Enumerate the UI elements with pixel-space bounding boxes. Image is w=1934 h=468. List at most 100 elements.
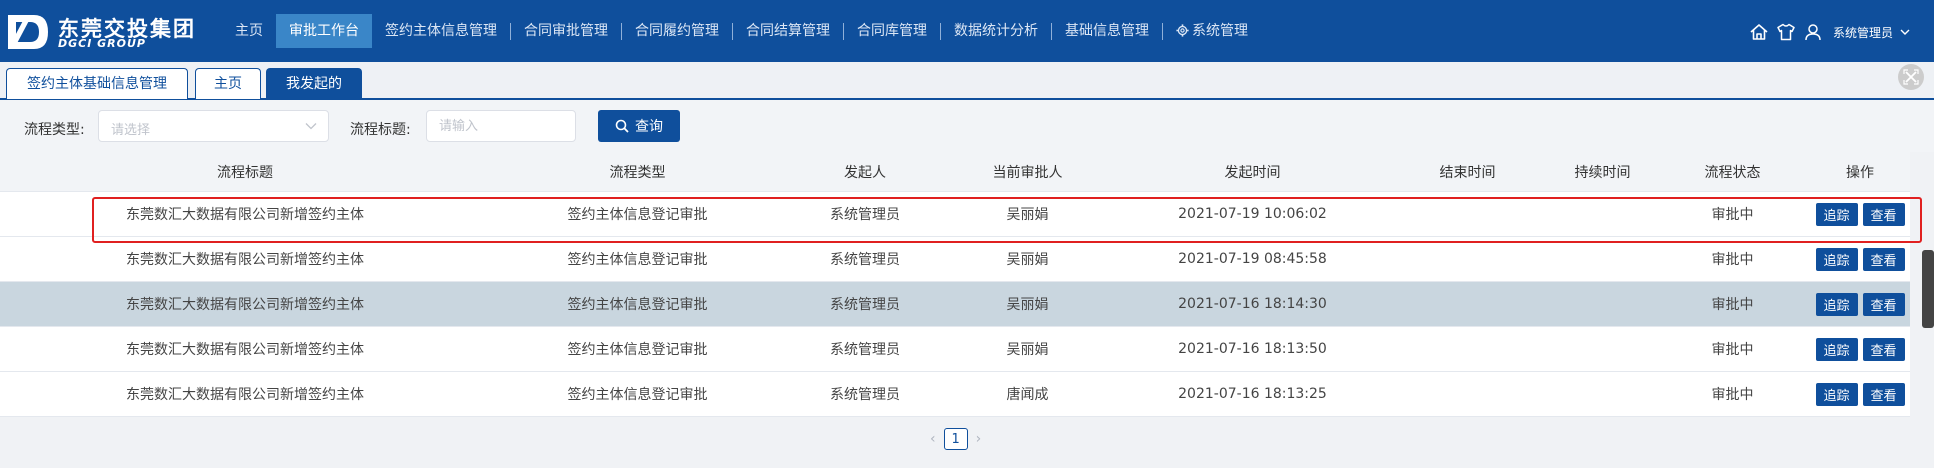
nav-item-system[interactable]: 系统管理 xyxy=(1163,14,1261,48)
row-type: 签约主体信息登记审批 xyxy=(567,207,708,223)
shirt-icon[interactable] xyxy=(1776,22,1796,42)
row-actions: 追踪 查看 xyxy=(1800,237,1920,281)
row-duration xyxy=(1540,282,1665,326)
next-page-button[interactable]: › xyxy=(976,431,982,447)
row-status: 审批中 xyxy=(1711,297,1754,313)
row-duration xyxy=(1540,327,1665,371)
track-button[interactable]: 追踪 xyxy=(1815,247,1858,271)
row-approver: 吴丽娟 xyxy=(1006,252,1049,268)
table-row[interactable]: 东莞数汇大数据有限公司新增签约主体 签约主体信息登记审批 系统管理员 吴丽娟 2… xyxy=(0,282,1910,327)
track-button[interactable]: 追踪 xyxy=(1815,292,1858,316)
view-button[interactable]: 查看 xyxy=(1862,382,1905,406)
query-button[interactable]: 查询 xyxy=(598,110,680,142)
row-type: 签约主体信息登记审批 xyxy=(567,297,708,313)
row-initiator: 系统管理员 xyxy=(830,297,900,313)
nav-user-area: 系统管理员 xyxy=(1749,20,1910,44)
track-button[interactable]: 追踪 xyxy=(1815,337,1858,361)
process-type-select[interactable]: 请选择 xyxy=(98,110,329,142)
process-type-placeholder: 请选择 xyxy=(111,123,151,138)
process-table: 流程标题 流程类型 发起人 当前审批人 发起时间 结束时间 持续时间 流程状态 … xyxy=(0,152,1910,417)
tab-home[interactable]: 主页 xyxy=(195,68,261,99)
row-type: 签约主体信息登记审批 xyxy=(567,342,708,358)
row-status: 审批中 xyxy=(1711,387,1754,403)
row-end-time xyxy=(1395,327,1540,371)
page-number-current[interactable]: 1 xyxy=(943,428,968,450)
row-actions: 追踪 查看 xyxy=(1800,372,1920,416)
nav-item-home[interactable]: 主页 xyxy=(222,14,276,48)
row-type: 签约主体信息登记审批 xyxy=(567,252,708,268)
row-initiator: 系统管理员 xyxy=(830,207,900,223)
column-header-initiator: 发起人 xyxy=(844,164,886,181)
view-button[interactable]: 查看 xyxy=(1862,337,1905,361)
nav-item-contract-approval[interactable]: 合同审批管理 xyxy=(511,14,621,48)
row-initiator: 系统管理员 xyxy=(830,252,900,268)
column-header-status: 流程状态 xyxy=(1704,164,1761,181)
row-actions: 追踪 查看 xyxy=(1800,327,1920,371)
row-end-time xyxy=(1395,372,1540,416)
prev-page-button[interactable]: ‹ xyxy=(930,431,936,447)
row-title: 东莞数汇大数据有限公司新增签约主体 xyxy=(126,387,364,403)
nav-item-contract-settlement[interactable]: 合同结算管理 xyxy=(733,14,843,48)
nav-item-statistics[interactable]: 数据统计分析 xyxy=(941,14,1051,48)
column-header-duration: 持续时间 xyxy=(1574,164,1631,181)
company-logo[interactable]: 东莞交投集团 DGCI GROUP xyxy=(6,13,196,51)
row-duration xyxy=(1540,372,1665,416)
column-header-title: 流程标题 xyxy=(217,164,273,181)
table-row[interactable]: 东莞数汇大数据有限公司新增签约主体 签约主体信息登记审批 系统管理员 唐闻成 2… xyxy=(0,372,1910,417)
row-start-time: 2021-07-19 10:06:02 xyxy=(1178,206,1327,222)
row-end-time xyxy=(1395,282,1540,326)
column-header-actions: 操作 xyxy=(1846,164,1874,181)
logo-name-en: DGCI GROUP xyxy=(58,37,146,50)
chevron-down-icon xyxy=(305,123,317,130)
nav-item-contract-library[interactable]: 合同库管理 xyxy=(844,14,940,48)
row-status: 审批中 xyxy=(1711,342,1754,358)
logo-mark-icon xyxy=(8,15,48,49)
row-title: 东莞数汇大数据有限公司新增签约主体 xyxy=(126,297,364,313)
row-title: 东莞数汇大数据有限公司新增签约主体 xyxy=(126,342,364,358)
row-approver: 吴丽娟 xyxy=(1006,342,1049,358)
row-start-time: 2021-07-16 18:14:30 xyxy=(1178,296,1327,312)
column-header-approver: 当前审批人 xyxy=(992,164,1063,181)
row-actions: 追踪 查看 xyxy=(1800,282,1920,326)
nav-item-approval-workbench[interactable]: 审批工作台 xyxy=(276,14,372,48)
view-button[interactable]: 查看 xyxy=(1862,292,1905,316)
tab-my-initiated[interactable]: 我发起的 xyxy=(266,68,362,99)
row-duration xyxy=(1540,192,1665,236)
close-icon xyxy=(1903,69,1919,85)
row-actions: 追踪 查看 xyxy=(1800,192,1920,236)
row-title: 东莞数汇大数据有限公司新增签约主体 xyxy=(126,252,364,268)
process-title-input[interactable] xyxy=(426,110,576,142)
row-approver: 吴丽娟 xyxy=(1006,207,1049,223)
search-icon xyxy=(615,119,629,133)
top-navbar: 东莞交投集团 DGCI GROUP 主页 审批工作台 签约主体信息管理 合同审批… xyxy=(0,0,1934,62)
table-row[interactable]: 东莞数汇大数据有限公司新增签约主体 签约主体信息登记审批 系统管理员 吴丽娟 2… xyxy=(0,327,1910,372)
nav-item-contract-performance[interactable]: 合同履约管理 xyxy=(622,14,732,48)
home-icon[interactable] xyxy=(1749,22,1769,42)
row-approver: 唐闻成 xyxy=(1006,387,1049,403)
track-button[interactable]: 追踪 xyxy=(1815,382,1858,406)
user-icon[interactable] xyxy=(1803,22,1823,42)
nav-item-basic-info[interactable]: 基础信息管理 xyxy=(1052,14,1162,48)
pagination: ‹ 1 › xyxy=(930,428,981,450)
table-header: 流程标题 流程类型 发起人 当前审批人 发起时间 结束时间 持续时间 流程状态 … xyxy=(0,152,1910,192)
table-row[interactable]: 东莞数汇大数据有限公司新增签约主体 签约主体信息登记审批 系统管理员 吴丽娟 2… xyxy=(0,192,1910,237)
view-button[interactable]: 查看 xyxy=(1862,202,1905,226)
table-row[interactable]: 东莞数汇大数据有限公司新增签约主体 签约主体信息登记审批 系统管理员 吴丽娟 2… xyxy=(0,237,1910,282)
track-button[interactable]: 追踪 xyxy=(1815,202,1858,226)
row-start-time: 2021-07-19 08:45:58 xyxy=(1178,251,1327,267)
row-end-time xyxy=(1395,237,1540,281)
row-start-time: 2021-07-16 18:13:50 xyxy=(1178,341,1327,357)
chevron-down-icon[interactable] xyxy=(1900,27,1910,37)
row-title: 东莞数汇大数据有限公司新增签约主体 xyxy=(126,207,364,223)
nav-item-signing-entity[interactable]: 签约主体信息管理 xyxy=(372,14,510,48)
page-tab-bar: 签约主体基础信息管理 主页 我发起的 xyxy=(0,62,1934,100)
row-start-time: 2021-07-16 18:13:25 xyxy=(1178,386,1327,402)
row-end-time xyxy=(1395,192,1540,236)
close-tabs-button[interactable] xyxy=(1898,64,1924,90)
current-user-name[interactable]: 系统管理员 xyxy=(1833,24,1893,41)
vertical-scrollbar[interactable] xyxy=(1922,250,1934,328)
gear-icon xyxy=(1176,24,1189,37)
filter-bar: 流程类型: 请选择 流程标题: 查询 xyxy=(0,100,1934,152)
view-button[interactable]: 查看 xyxy=(1862,247,1905,271)
tab-signing-entity-info[interactable]: 签约主体基础信息管理 xyxy=(6,68,188,99)
